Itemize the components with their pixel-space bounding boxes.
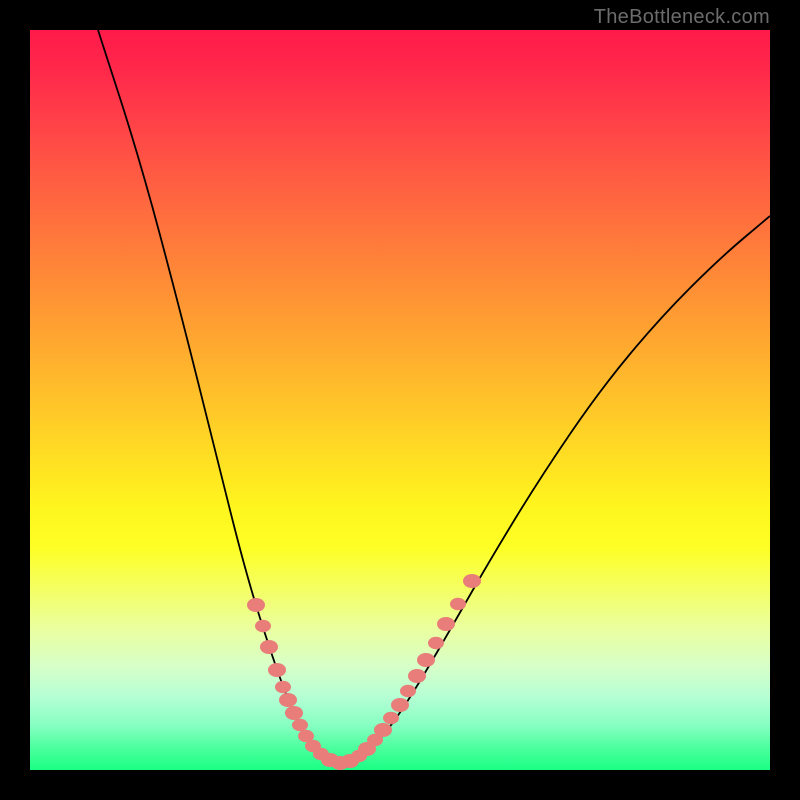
highlight-dot — [450, 598, 466, 610]
highlight-dot — [400, 685, 416, 697]
highlight-dot — [255, 620, 271, 632]
highlight-dot — [408, 669, 426, 683]
curve-right — [340, 216, 770, 765]
highlight-dot — [247, 598, 265, 612]
highlight-dot — [417, 653, 435, 667]
highlight-dot — [391, 698, 409, 712]
highlight-dot — [268, 663, 286, 677]
highlight-dot — [292, 719, 308, 731]
scatter-right — [341, 574, 481, 768]
chart-plot-area — [30, 30, 770, 770]
highlight-dot — [285, 706, 303, 720]
watermark-text: TheBottleneck.com — [594, 6, 770, 29]
highlight-dot — [383, 712, 399, 724]
highlight-dot — [428, 637, 444, 649]
highlight-dot — [463, 574, 481, 588]
chart-svg — [30, 30, 770, 770]
highlight-dot — [279, 693, 297, 707]
highlight-dot — [275, 681, 291, 693]
highlight-dot — [437, 617, 455, 631]
curve-left — [98, 30, 340, 765]
highlight-dot — [374, 723, 392, 737]
scatter-left — [247, 598, 349, 770]
highlight-dot — [260, 640, 278, 654]
